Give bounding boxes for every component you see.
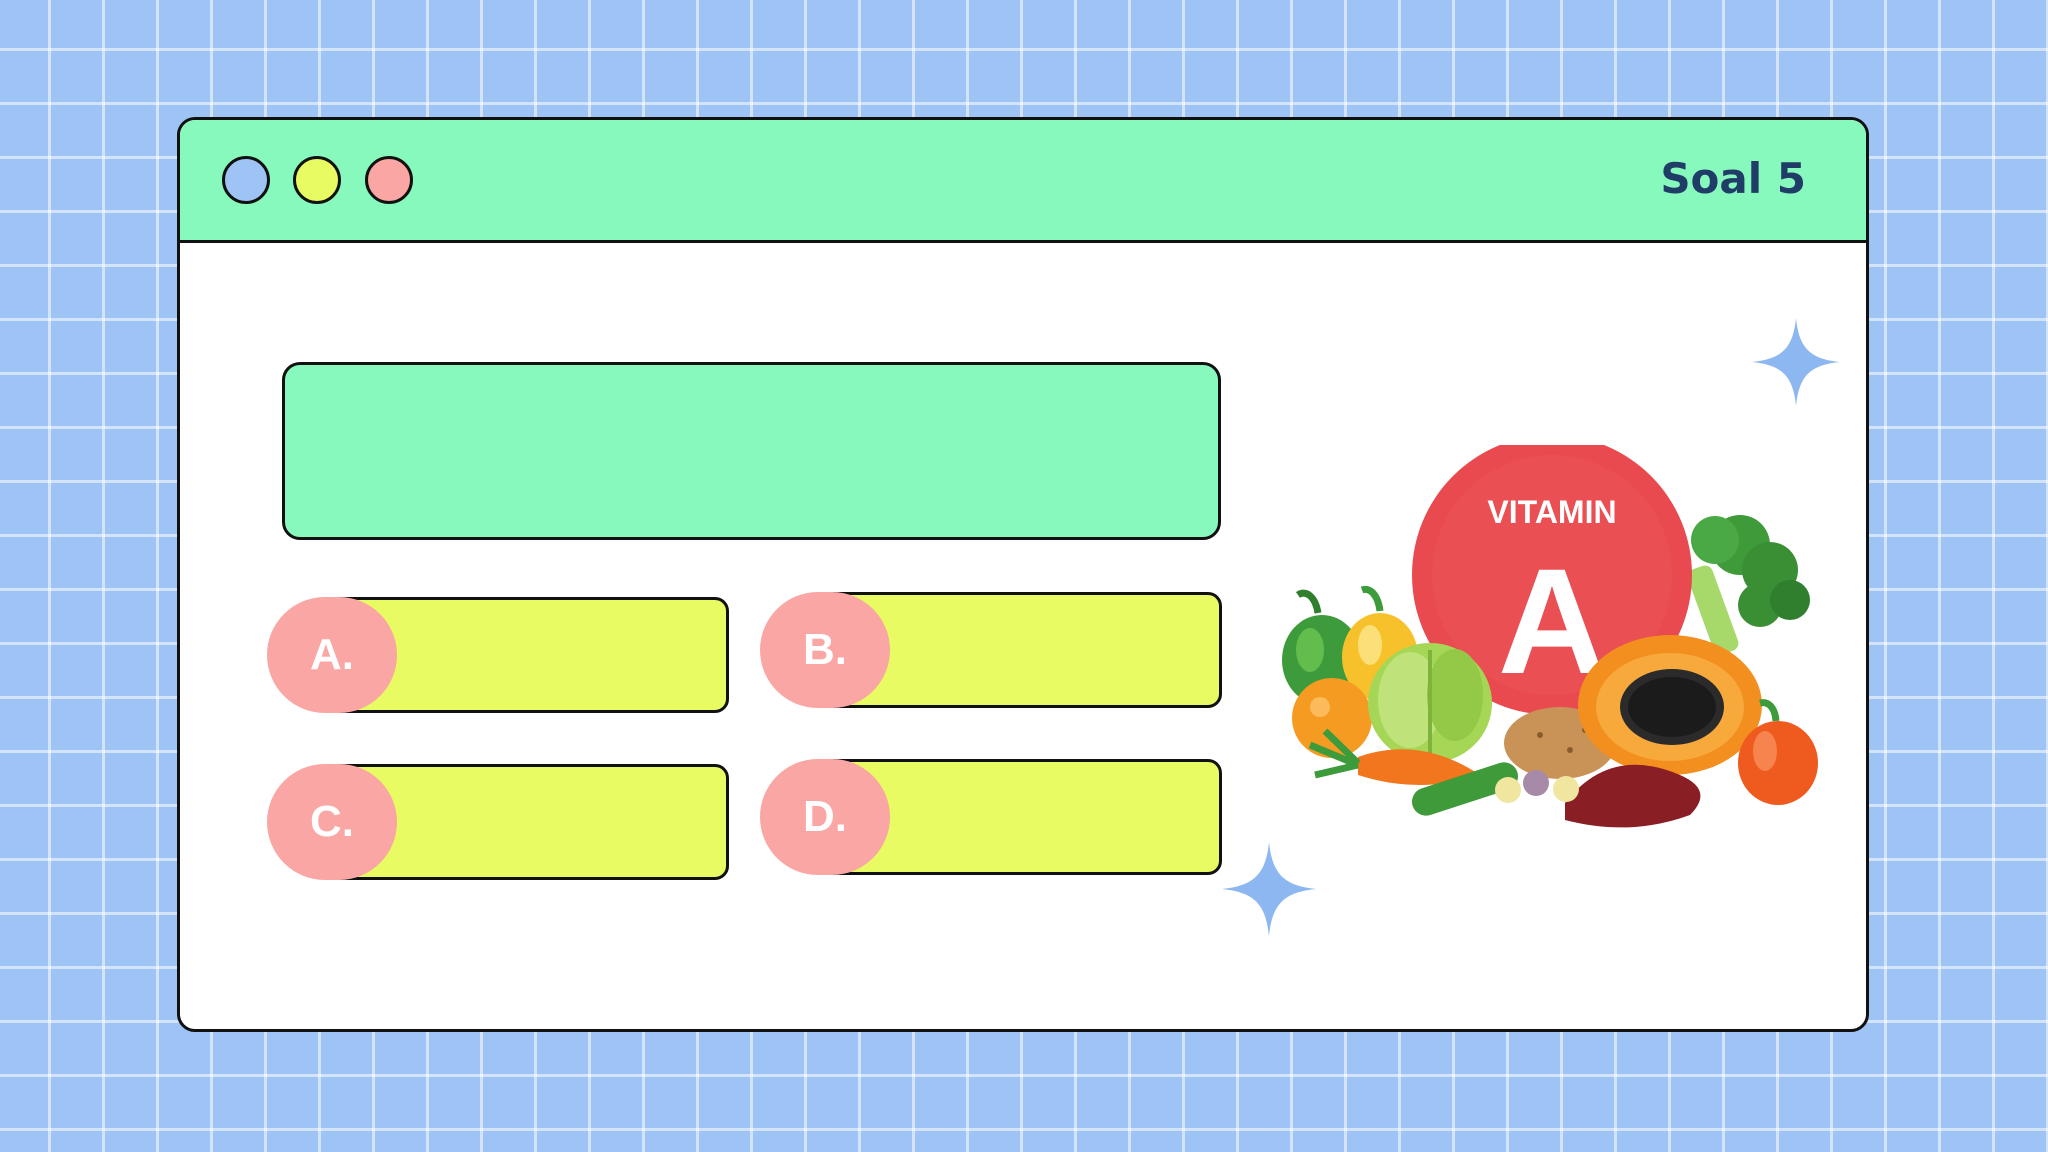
title-bar: Soal 5 [180, 120, 1866, 243]
vitamin-title: VITAMIN [1487, 494, 1616, 530]
papaya-icon [1578, 635, 1762, 775]
window-dot-blue[interactable] [222, 156, 270, 204]
answer-badge: C. [267, 764, 397, 880]
answer-badge: D. [760, 759, 890, 875]
cabbage-icon [1368, 643, 1492, 763]
sparkle-icon [1752, 318, 1840, 406]
answer-option-c[interactable]: C. [267, 764, 729, 880]
orange-icon [1292, 678, 1372, 758]
question-number-title: Soal 5 [1660, 154, 1806, 203]
answer-option-b[interactable]: B. [760, 592, 1222, 708]
window-dot-yellow[interactable] [293, 156, 341, 204]
question-box [282, 362, 1221, 540]
window-dot-pink[interactable] [365, 156, 413, 204]
sparkle-icon [1222, 842, 1316, 936]
answer-option-a[interactable]: A. [267, 597, 729, 713]
answer-option-d[interactable]: D. [760, 759, 1222, 875]
answer-badge: B. [760, 592, 890, 708]
answer-badge: A. [267, 597, 397, 713]
broccoli-icon [1687, 515, 1810, 655]
vitamin-a-vegetables-illustration: VITAMIN A [1282, 445, 1818, 828]
